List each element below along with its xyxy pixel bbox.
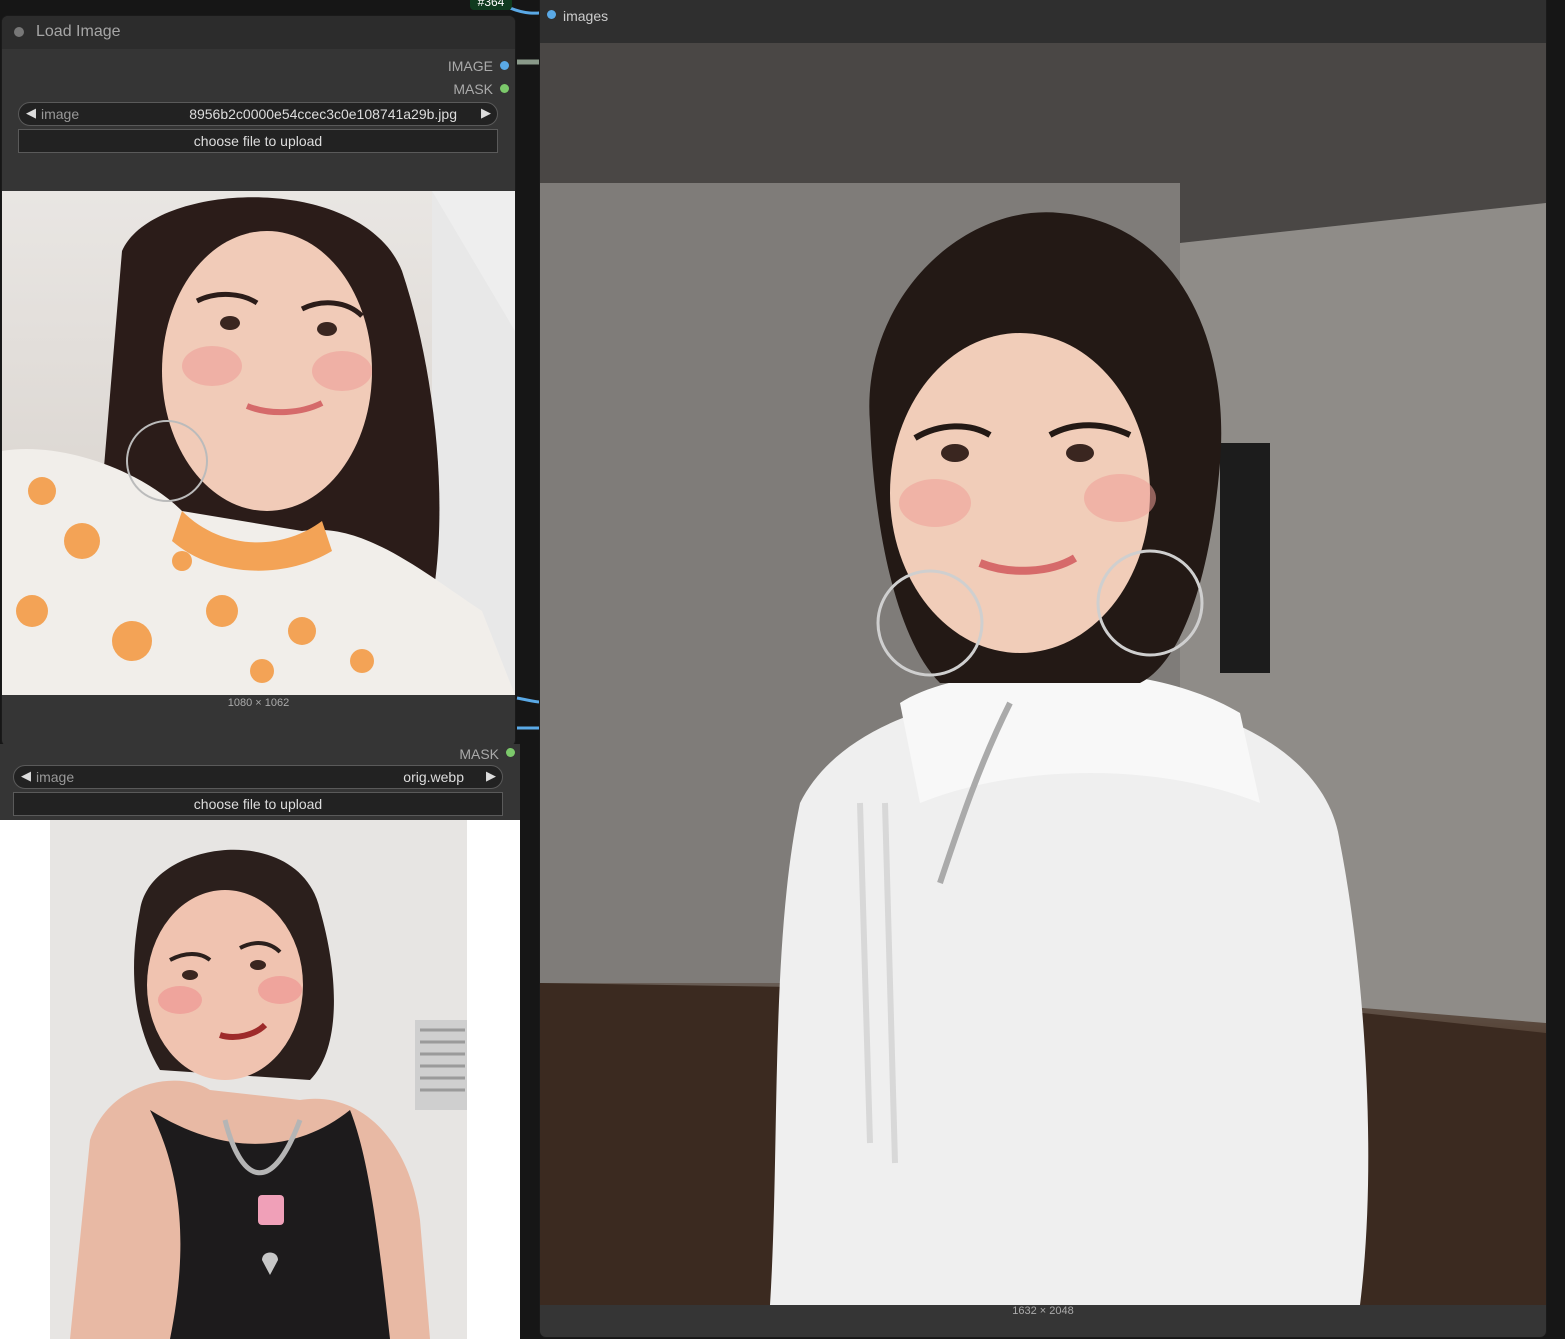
input-slot-images[interactable] — [547, 10, 556, 19]
output-slot-image[interactable] — [500, 61, 509, 70]
node-title-bar[interactable]: Load Image — [2, 16, 515, 49]
upload-button-2[interactable]: choose file to upload — [13, 792, 503, 816]
node-id-badge: #364 — [470, 0, 512, 10]
preview-dimensions: 1080 × 1062 — [227, 697, 290, 709]
node-title: Load Image — [36, 23, 121, 40]
preview-node-header[interactable]: images — [540, 0, 1546, 43]
portrait-illustration-2 — [50, 820, 467, 1339]
combo-value-2: orig.webp — [403, 769, 464, 785]
combo-name-2: image — [36, 769, 75, 785]
combo-value: 8956b2c0000e54ccec3c0e108741a29b.jpg — [189, 106, 457, 122]
combo-name: image — [41, 106, 80, 122]
prev-arrow-icon-2[interactable]: ◀ — [21, 768, 31, 784]
preview-image-2 — [0, 820, 520, 1339]
output-slot-mask-2[interactable] — [506, 748, 515, 757]
mask-link-wire — [516, 696, 541, 704]
hoodie-portrait-illustration — [540, 43, 1546, 1305]
output-preview-image — [540, 43, 1546, 1305]
image-select-combo[interactable]: ◀ image 8956b2c0000e54ccec3c0e108741a29b… — [18, 102, 498, 126]
output-label-mask-2: MASK — [459, 746, 499, 762]
preview-image — [2, 191, 515, 695]
portrait-illustration — [2, 191, 515, 695]
collapse-dot-icon[interactable] — [14, 27, 24, 37]
image-select-combo-2[interactable]: ◀ image orig.webp ▶ — [13, 765, 503, 789]
upload-button[interactable]: choose file to upload — [18, 129, 498, 153]
next-arrow-icon[interactable]: ▶ — [481, 105, 491, 121]
second-load-image-node[interactable]: MASK ◀ image orig.webp ▶ choose file to … — [0, 744, 520, 820]
output-label-image: IMAGE — [447, 58, 493, 74]
prev-arrow-icon[interactable]: ◀ — [26, 105, 36, 121]
output-slot-mask[interactable] — [500, 84, 509, 93]
load-image-node[interactable]: Load Image IMAGE MASK ◀ image 8956b2c000… — [2, 16, 515, 746]
preview-image-node[interactable]: images 1632 × 2048 — [540, 0, 1546, 1337]
output-preview-dimensions: 1632 × 2048 — [1012, 1305, 1074, 1317]
next-arrow-icon-2[interactable]: ▶ — [486, 768, 496, 784]
output-label-mask: MASK — [453, 81, 493, 97]
input-label-images: images — [563, 8, 609, 24]
